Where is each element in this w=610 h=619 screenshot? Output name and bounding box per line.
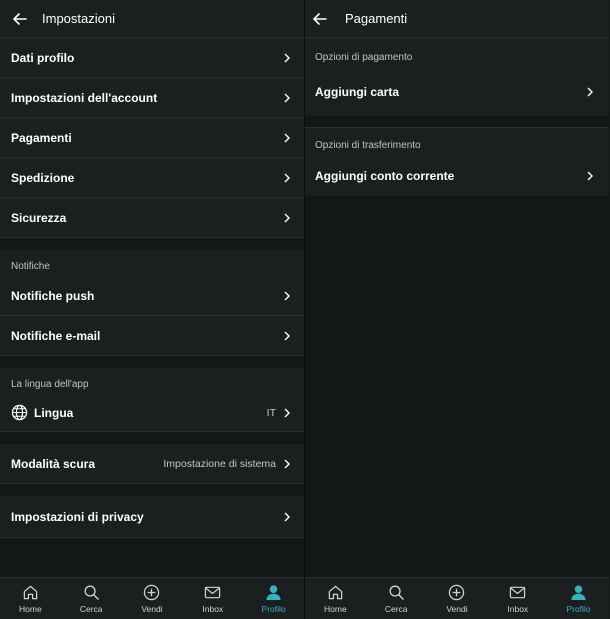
page-title: Pagamenti xyxy=(345,11,408,26)
settings-item-label: Modalità scura xyxy=(11,456,96,471)
chevron-right-icon xyxy=(282,459,292,469)
section-gap xyxy=(0,356,304,368)
section-gap xyxy=(0,238,304,250)
nav-item-sell[interactable]: Vendi xyxy=(122,578,183,619)
settings-item-label: Impostazioni dell'account xyxy=(11,90,158,105)
settings-item-privacy[interactable]: Impostazioni di privacy xyxy=(0,496,304,538)
back-button[interactable] xyxy=(305,0,335,38)
nav-item-profile[interactable]: Profilo xyxy=(548,578,609,619)
settings-item-account[interactable]: Impostazioni dell'account xyxy=(0,78,304,118)
globe-icon xyxy=(11,404,28,421)
bottom-nav: Home Cerca Vendi Inbox Profilo xyxy=(0,577,304,619)
nav-label: Inbox xyxy=(202,603,224,614)
nav-item-inbox[interactable]: Inbox xyxy=(487,578,548,619)
chevron-right-icon xyxy=(282,331,292,341)
language-value: IT xyxy=(266,406,276,419)
nav-item-search[interactable]: Cerca xyxy=(61,578,122,619)
settings-item-label: Spedizione xyxy=(11,170,75,185)
person-icon xyxy=(571,584,586,600)
settings-item-profile-data[interactable]: Dati profilo xyxy=(0,38,304,78)
nav-label: Home xyxy=(19,603,42,614)
section-gap xyxy=(0,432,304,444)
settings-item-label: Impostazioni di privacy xyxy=(11,509,144,524)
nav-label: Profilo xyxy=(566,603,591,614)
settings-item-language[interactable]: Lingua IT xyxy=(0,394,304,432)
chevron-right-icon xyxy=(282,53,292,63)
chevron-right-icon xyxy=(282,173,292,183)
mail-icon xyxy=(510,586,526,598)
plus-circle-icon xyxy=(144,584,160,600)
home-icon xyxy=(23,585,38,599)
section-gap xyxy=(0,484,304,496)
chevron-right-icon xyxy=(585,87,595,97)
chevron-right-icon xyxy=(282,408,292,418)
nav-label: Inbox xyxy=(507,603,529,614)
chevron-right-icon xyxy=(282,133,292,143)
back-button[interactable] xyxy=(0,0,40,38)
settings-item-email-notifications[interactable]: Notifiche e-mail xyxy=(0,316,304,356)
nav-item-home[interactable]: Home xyxy=(305,578,366,619)
page-title: Impostazioni xyxy=(42,11,115,26)
add-card-item[interactable]: Aggiungi carta xyxy=(305,68,609,116)
bottom-nav: Home Cerca Vendi Inbox Profilo xyxy=(305,577,609,619)
nav-label: Cerca xyxy=(384,603,408,614)
nav-label: Home xyxy=(324,603,347,614)
chevron-right-icon xyxy=(585,171,595,181)
settings-item-label: Sicurezza xyxy=(11,210,67,225)
nav-label: Vendi xyxy=(446,603,468,614)
settings-item-dark-mode[interactable]: Modalità scura Impostazione di sistema xyxy=(0,444,304,484)
notifications-heading: Notifiche xyxy=(0,250,304,276)
payment-options-heading: Opzioni di pagamento xyxy=(305,38,609,68)
settings-item-security[interactable]: Sicurezza xyxy=(0,198,304,238)
nav-item-home[interactable]: Home xyxy=(0,578,61,619)
top-bar: Impostazioni xyxy=(0,0,304,38)
nav-item-profile[interactable]: Profilo xyxy=(243,578,304,619)
add-bank-account-label: Aggiungi conto corrente xyxy=(315,169,455,183)
nav-item-sell[interactable]: Vendi xyxy=(427,578,488,619)
chevron-right-icon xyxy=(282,213,292,223)
add-bank-account-item[interactable]: Aggiungi conto corrente xyxy=(305,156,609,196)
nav-label: Cerca xyxy=(79,603,103,614)
settings-item-label: Notifiche push xyxy=(11,288,95,303)
plus-circle-icon xyxy=(449,584,465,600)
settings-item-payments[interactable]: Pagamenti xyxy=(0,118,304,158)
back-arrow-icon xyxy=(13,12,27,25)
nav-item-inbox[interactable]: Inbox xyxy=(182,578,243,619)
nav-label: Profilo xyxy=(261,603,286,614)
transfer-options-heading: Opzioni di trasferimento xyxy=(305,128,609,156)
settings-screen: Impostazioni Dati profilo Impostazioni d… xyxy=(0,0,304,619)
back-arrow-icon xyxy=(313,12,327,25)
person-icon xyxy=(266,584,281,600)
settings-item-label: Notifiche e-mail xyxy=(11,328,101,343)
section-gap xyxy=(305,116,609,128)
nav-item-search[interactable]: Cerca xyxy=(366,578,427,619)
chevron-right-icon xyxy=(282,512,292,522)
chevron-right-icon xyxy=(282,291,292,301)
add-card-label: Aggiungi carta xyxy=(315,85,400,99)
search-icon xyxy=(84,585,99,600)
dark-mode-value: Impostazione di sistema xyxy=(163,457,276,470)
settings-item-push-notifications[interactable]: Notifiche push xyxy=(0,276,304,316)
mail-icon xyxy=(205,586,221,598)
chevron-right-icon xyxy=(282,93,292,103)
settings-item-shipping[interactable]: Spedizione xyxy=(0,158,304,198)
language-heading: La lingua dell'app xyxy=(0,368,304,394)
nav-label: Vendi xyxy=(141,603,163,614)
top-bar: Pagamenti xyxy=(305,0,609,38)
settings-item-label: Dati profilo xyxy=(11,50,75,65)
search-icon xyxy=(389,585,404,600)
settings-item-label: Pagamenti xyxy=(11,130,72,145)
payments-screen: Pagamenti Opzioni di pagamento Aggiungi … xyxy=(305,0,609,619)
settings-item-label: Lingua xyxy=(34,405,74,420)
home-icon xyxy=(328,585,343,599)
